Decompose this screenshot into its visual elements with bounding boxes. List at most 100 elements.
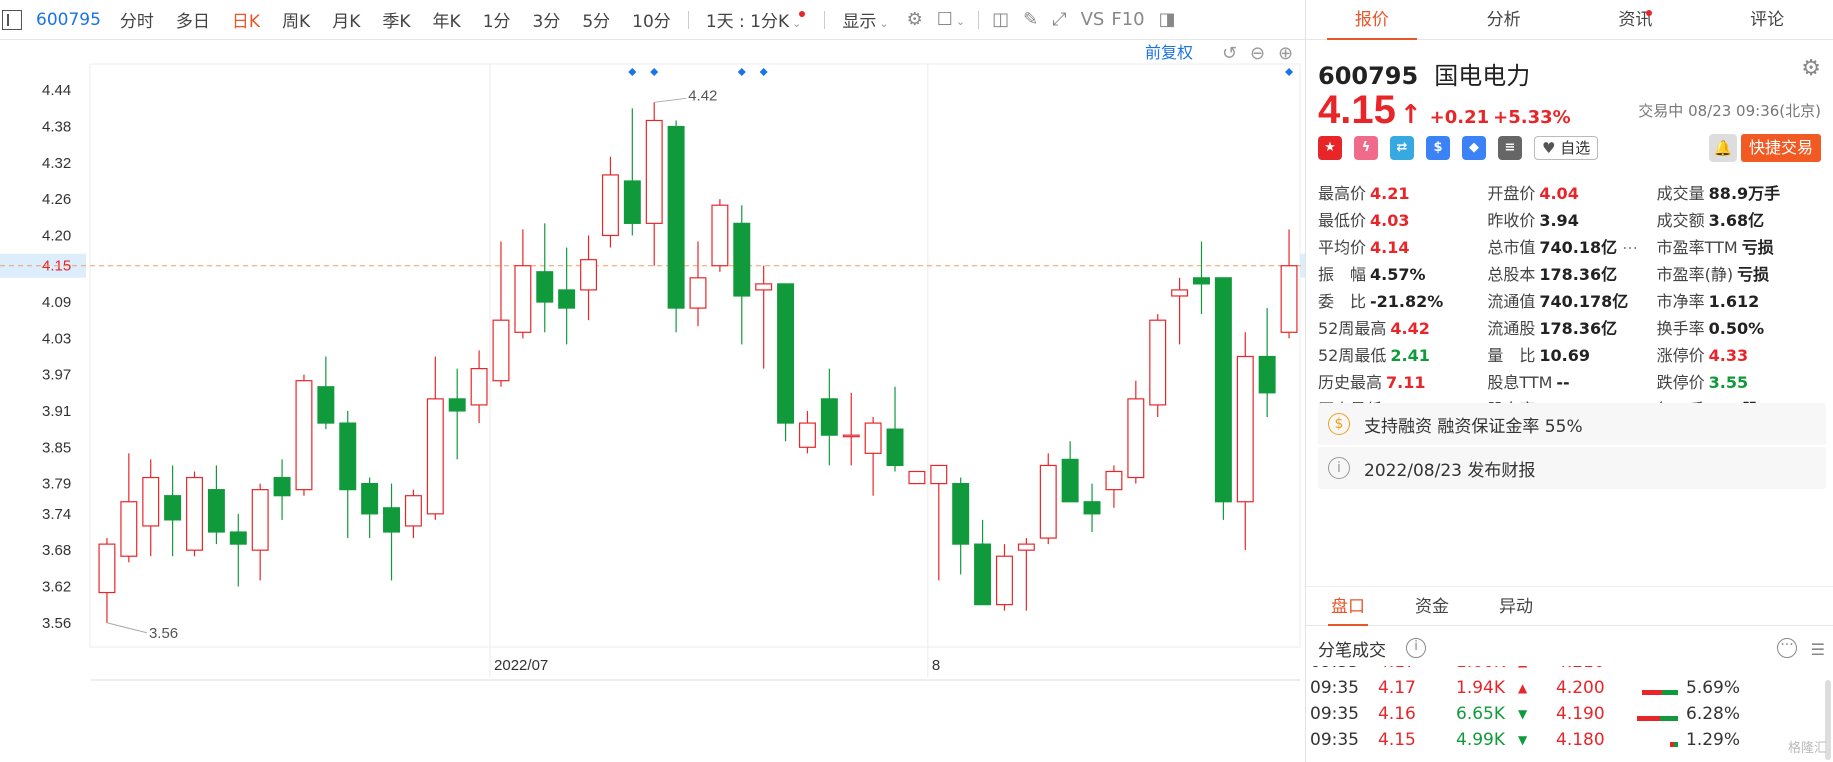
sidebar-toggle-icon[interactable]	[2, 9, 22, 30]
zoom-in-icon[interactable]: ⊕	[1278, 43, 1293, 64]
candle	[1236, 332, 1254, 551]
candle	[1280, 229, 1298, 339]
period-tab[interactable]: 10分	[621, 7, 682, 32]
gear-icon[interactable]: ⚙	[900, 9, 930, 30]
quote-value: --	[1556, 373, 1570, 392]
period-tab[interactable]: 日K	[221, 7, 271, 32]
quote-value: 88.9万手	[1708, 184, 1781, 203]
shuffle-icon[interactable]: ⇄	[1390, 136, 1414, 160]
period-tab[interactable]: 多日	[165, 7, 221, 32]
period-tab[interactable]: 5分	[571, 7, 621, 32]
tab-2[interactable]: 资讯	[1570, 0, 1702, 39]
zoom-out-icon[interactable]: ⊖	[1250, 43, 1265, 64]
quote-label: 股息TTM	[1487, 373, 1553, 392]
display-menu[interactable]: 显示 ⌄	[831, 7, 899, 32]
candle-body	[317, 386, 335, 424]
candle	[623, 108, 641, 236]
candle	[667, 120, 685, 333]
trade-price: 4.17	[1378, 666, 1416, 672]
tag-icon[interactable]: ◆	[1462, 136, 1486, 160]
square-toggle-icon[interactable]: ☐ ⌄	[930, 9, 972, 30]
info-icon[interactable]: i	[1406, 638, 1426, 658]
candlestick-chart[interactable]: 4.444.384.324.264.204.154.094.033.973.91…	[0, 40, 1305, 762]
notification-dot	[1645, 10, 1652, 16]
list-icon[interactable]: ☰	[1811, 640, 1825, 659]
price-level: 4.200	[1556, 678, 1605, 698]
china-flag-icon[interactable]: ★	[1318, 136, 1342, 160]
candle-body	[711, 204, 729, 267]
subtab-1[interactable]: 资金	[1390, 587, 1474, 625]
quote-value: 7.11	[1386, 373, 1426, 392]
notice-item[interactable]: $ 支持融资 融资保证金率 55%	[1318, 403, 1826, 445]
adjust-mode-button[interactable]: 前复权	[1145, 43, 1193, 62]
camera-icon[interactable]: ◫	[985, 9, 1016, 30]
candle-body	[186, 476, 203, 551]
notes-icon[interactable]: ≡	[1498, 136, 1522, 160]
quote-label: 委 比	[1318, 292, 1367, 311]
candle-body	[536, 271, 554, 303]
period-tab[interactable]: 年K	[422, 7, 472, 32]
candle-body	[470, 368, 488, 406]
quote-cell: 市净率 1.612	[1657, 288, 1826, 315]
fullscreen-icon[interactable]: ⤢	[1045, 9, 1073, 30]
undo-icon[interactable]: ↺	[1222, 43, 1237, 64]
candle-body	[667, 125, 685, 309]
candle	[755, 265, 773, 369]
quote-cell: 振 幅 4.57%	[1318, 261, 1487, 288]
x-tick-label: 8	[932, 657, 940, 674]
period-tab[interactable]: 月K	[321, 7, 371, 32]
trade-time: 09:35	[1310, 666, 1359, 672]
tab-3[interactable]: 评论	[1701, 0, 1833, 39]
candle	[361, 477, 379, 539]
quote-cell: 流通股 178.36亿	[1487, 315, 1656, 342]
candle-body	[798, 422, 816, 448]
candle	[1083, 483, 1101, 533]
candle-body	[580, 259, 598, 291]
candle	[1171, 277, 1189, 345]
tab-0[interactable]: 报价	[1306, 0, 1438, 40]
y-tick-label-left: 3.91	[42, 403, 71, 420]
period-tab[interactable]: 分时	[109, 7, 165, 32]
settings-gear-icon[interactable]: ⚙	[1801, 56, 1821, 81]
quote-label: 量 比	[1487, 346, 1536, 365]
high-annotation-line	[654, 97, 687, 103]
more-icon[interactable]: ⋯	[1617, 238, 1638, 257]
candle-body	[207, 489, 225, 533]
subtab-0[interactable]: 盘口	[1306, 587, 1390, 626]
buy-sell-bar	[1642, 690, 1662, 695]
candle	[1105, 465, 1123, 508]
period-tab[interactable]: 季K	[371, 7, 421, 32]
stock-code-link[interactable]: 600795	[36, 10, 101, 30]
period-tab[interactable]: 周K	[271, 7, 321, 32]
bell-icon[interactable]: 🔔	[1709, 134, 1737, 162]
watchlist-button[interactable]: ♥ 自选	[1534, 136, 1599, 160]
vs-compare-button[interactable]: VS	[1074, 9, 1112, 30]
quote-label: 最低价	[1318, 211, 1367, 230]
tab-1[interactable]: 分析	[1438, 0, 1570, 39]
candle	[1127, 380, 1145, 484]
candle	[383, 483, 401, 581]
dollar-icon[interactable]: $	[1426, 136, 1450, 160]
f10-button[interactable]: F10	[1111, 9, 1151, 30]
trade-time: 09:35	[1310, 678, 1359, 698]
period-combo-select[interactable]: 1天 : 1分K ⌄	[695, 7, 819, 32]
period-tab[interactable]: 1分	[472, 7, 522, 32]
period-tab[interactable]: 3分	[522, 7, 572, 32]
lightning-icon[interactable]: ϟ	[1354, 136, 1378, 160]
quote-value: 4.03	[1370, 211, 1410, 230]
panel-toggle-icon[interactable]: ◨	[1152, 9, 1183, 30]
notice-item[interactable]: i 2022/08/23 发布财报	[1318, 447, 1826, 489]
y-tick-label-left: 3.85	[42, 439, 71, 456]
quote-cell: 股息TTM --	[1487, 369, 1656, 396]
candle	[1149, 314, 1167, 418]
quote-cell: 最低价 4.03	[1318, 207, 1487, 234]
more-icon[interactable]: ···	[1777, 638, 1797, 658]
watchlist-label: 自选	[1560, 139, 1591, 157]
subtab-2[interactable]: 异动	[1474, 587, 1558, 625]
period-combo-label: 1天 : 1分K	[705, 12, 790, 32]
quick-trade-button[interactable]: 快捷交易	[1741, 134, 1821, 162]
quote-cell: 成交额 3.68亿	[1657, 207, 1826, 234]
trades-list: 09:35 4.17 1.66K ▲ 4.210 09:35 4.17 1.94K ▲ 4.200…	[1306, 666, 1833, 762]
quote-row: 历史最高 7.11 股息TTM -- 跌停价 3.55	[1318, 369, 1826, 396]
pencil-icon[interactable]: ✎	[1016, 9, 1045, 30]
